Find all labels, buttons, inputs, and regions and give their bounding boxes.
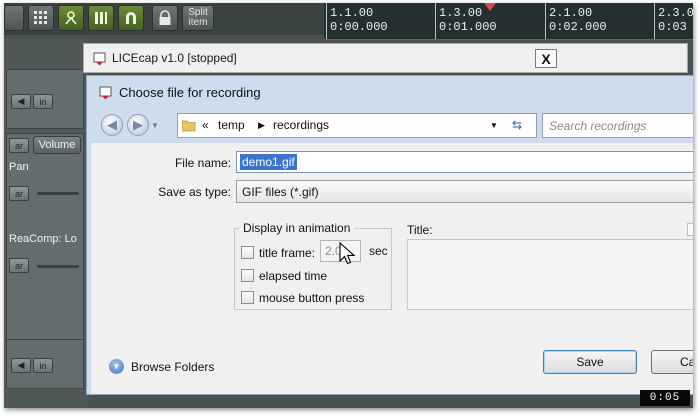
elapsed-time-checkbox[interactable]	[241, 269, 254, 282]
track-header: ◀ in	[6, 69, 84, 129]
title-checkbox[interactable]	[687, 223, 693, 236]
title-textarea[interactable]	[407, 239, 693, 310]
arm-button[interactable]: ar	[9, 186, 29, 201]
fx-slider[interactable]	[37, 265, 79, 268]
input-label: in	[39, 96, 47, 107]
title-label: Title:	[407, 223, 433, 237]
ripple-edit-icon[interactable]	[58, 5, 84, 31]
back-icon[interactable]: ◀	[101, 114, 123, 136]
search-box[interactable]: Search recordings	[542, 113, 693, 138]
refresh-icon[interactable]: ⇆	[512, 118, 522, 132]
mouse-button-label: mouse button press	[259, 291, 365, 305]
ruler-bar-label: 2.1.00	[549, 6, 593, 20]
licecap-title: LICEcap v1.0 [stopped]	[112, 51, 237, 65]
save-button[interactable]: Save	[543, 350, 637, 374]
bars-icon[interactable]	[88, 5, 114, 31]
close-icon: X	[541, 50, 551, 67]
cancel-button-label: Ca	[680, 355, 693, 369]
volume-label: Volume	[38, 139, 76, 151]
track-panel: ◀ in ar Volume Pan ar ReaComp: Lo ar ◀ i…	[4, 39, 88, 408]
display-in-animation-title: Display in animation	[239, 221, 355, 235]
ruler-time-label: 0:03	[658, 20, 687, 34]
playhead-marker[interactable]	[484, 3, 496, 11]
dialog-title: Choose file for recording	[119, 85, 261, 100]
pan-slider[interactable]	[37, 192, 79, 195]
video-frame: Split item 1.1.00 0:00.000 1.3.00 0:01.0…	[4, 3, 693, 408]
arm-button[interactable]: ar	[9, 138, 29, 153]
save-as-type-value: GIF files (*.gif)	[242, 185, 319, 199]
breadcrumb-item[interactable]: temp	[218, 118, 245, 132]
timeline-ruler[interactable]: 1.1.00 0:00.000 1.3.00 0:01.000 2.1.00 0…	[324, 3, 693, 40]
breadcrumb-item[interactable]: recordings	[273, 118, 329, 132]
pan-label: Pan	[9, 161, 29, 173]
title-frame-label: title frame:	[259, 246, 316, 260]
address-bar[interactable]: « temp ▶ recordings ▼ ⇆	[177, 113, 537, 138]
ruler-time-label: 0:00.000	[330, 20, 388, 34]
split-item-button[interactable]: Split item	[182, 5, 214, 31]
title-frame-checkbox[interactable]	[241, 246, 254, 259]
grid-icon[interactable]	[28, 5, 54, 31]
cancel-button[interactable]: Ca	[651, 350, 693, 374]
save-button-label: Save	[576, 355, 604, 369]
mouse-button-checkbox[interactable]	[241, 291, 254, 304]
ruler-time-label: 0:01.000	[439, 20, 497, 34]
forward-icon[interactable]: ▶	[127, 114, 149, 136]
browse-folders-toggle[interactable]: ▼ Browse Folders	[109, 359, 214, 374]
licecap-icon	[99, 86, 112, 100]
split-item-label: Split item	[188, 7, 208, 28]
ruler-tick	[326, 3, 327, 39]
ruler-tick	[654, 3, 655, 39]
breadcrumb-prefix: «	[202, 118, 209, 132]
arm-label: ar	[14, 140, 23, 151]
save-as-type-label: Save as type:	[158, 185, 231, 199]
ruler-bar-label: 1.3.00	[439, 6, 483, 20]
arm-label: ar	[14, 188, 23, 199]
file-name-value: demo1.gif	[240, 154, 297, 170]
ruler-bar-label: 2.3.00	[658, 6, 693, 20]
folder-icon	[182, 120, 196, 132]
mouse-cursor-icon	[339, 242, 356, 265]
sec-label: sec	[369, 244, 388, 258]
track-header: ◀ in	[6, 339, 84, 389]
fx-label: ReaComp: Lo	[9, 233, 77, 245]
elapsed-time-label: elapsed time	[259, 269, 328, 283]
chevron-down-icon: ▼	[109, 359, 124, 374]
lock-icon[interactable]	[152, 5, 178, 31]
ruler-time-label: 0:02.000	[549, 20, 607, 34]
ruler-tick	[545, 3, 546, 39]
browse-folders-label: Browse Folders	[131, 359, 215, 374]
file-name-input[interactable]: demo1.gif	[236, 151, 693, 173]
reaper-toolbar: Split item	[4, 3, 324, 35]
mute-icon[interactable]: ◀	[11, 94, 31, 109]
track-header: ar Volume Pan ar ReaComp: Lo ar	[6, 133, 84, 373]
breadcrumb-separator-icon[interactable]: ▶	[258, 120, 265, 131]
licecap-window: LICEcap v1.0 [stopped] X	[83, 43, 688, 73]
input-button[interactable]: in	[33, 358, 53, 373]
video-timer: 0:05	[640, 390, 690, 406]
recent-locations-icon[interactable]: ▼	[151, 121, 159, 130]
mute-icon[interactable]: ◀	[11, 358, 31, 373]
save-as-type-select[interactable]: GIF files (*.gif)	[236, 180, 693, 203]
ruler-bar-label: 1.1.00	[330, 6, 374, 20]
arm-label: ar	[14, 260, 23, 271]
input-button[interactable]: in	[33, 94, 53, 109]
address-dropdown-icon[interactable]: ▼	[490, 121, 498, 130]
file-name-label: File name:	[174, 156, 231, 170]
arm-button[interactable]: ar	[9, 258, 29, 273]
toolbar-button[interactable]	[4, 5, 24, 31]
ruler-tick	[435, 3, 436, 39]
magnet-icon[interactable]	[118, 5, 144, 31]
licecap-icon	[93, 52, 106, 66]
search-placeholder: Search recordings	[549, 119, 647, 133]
volume-button[interactable]: Volume	[33, 136, 81, 154]
input-label: in	[39, 360, 47, 371]
close-button[interactable]: X	[535, 49, 557, 68]
choose-file-dialog: Choose file for recording ◀ ▶ ▼ « temp ▶…	[86, 75, 693, 395]
